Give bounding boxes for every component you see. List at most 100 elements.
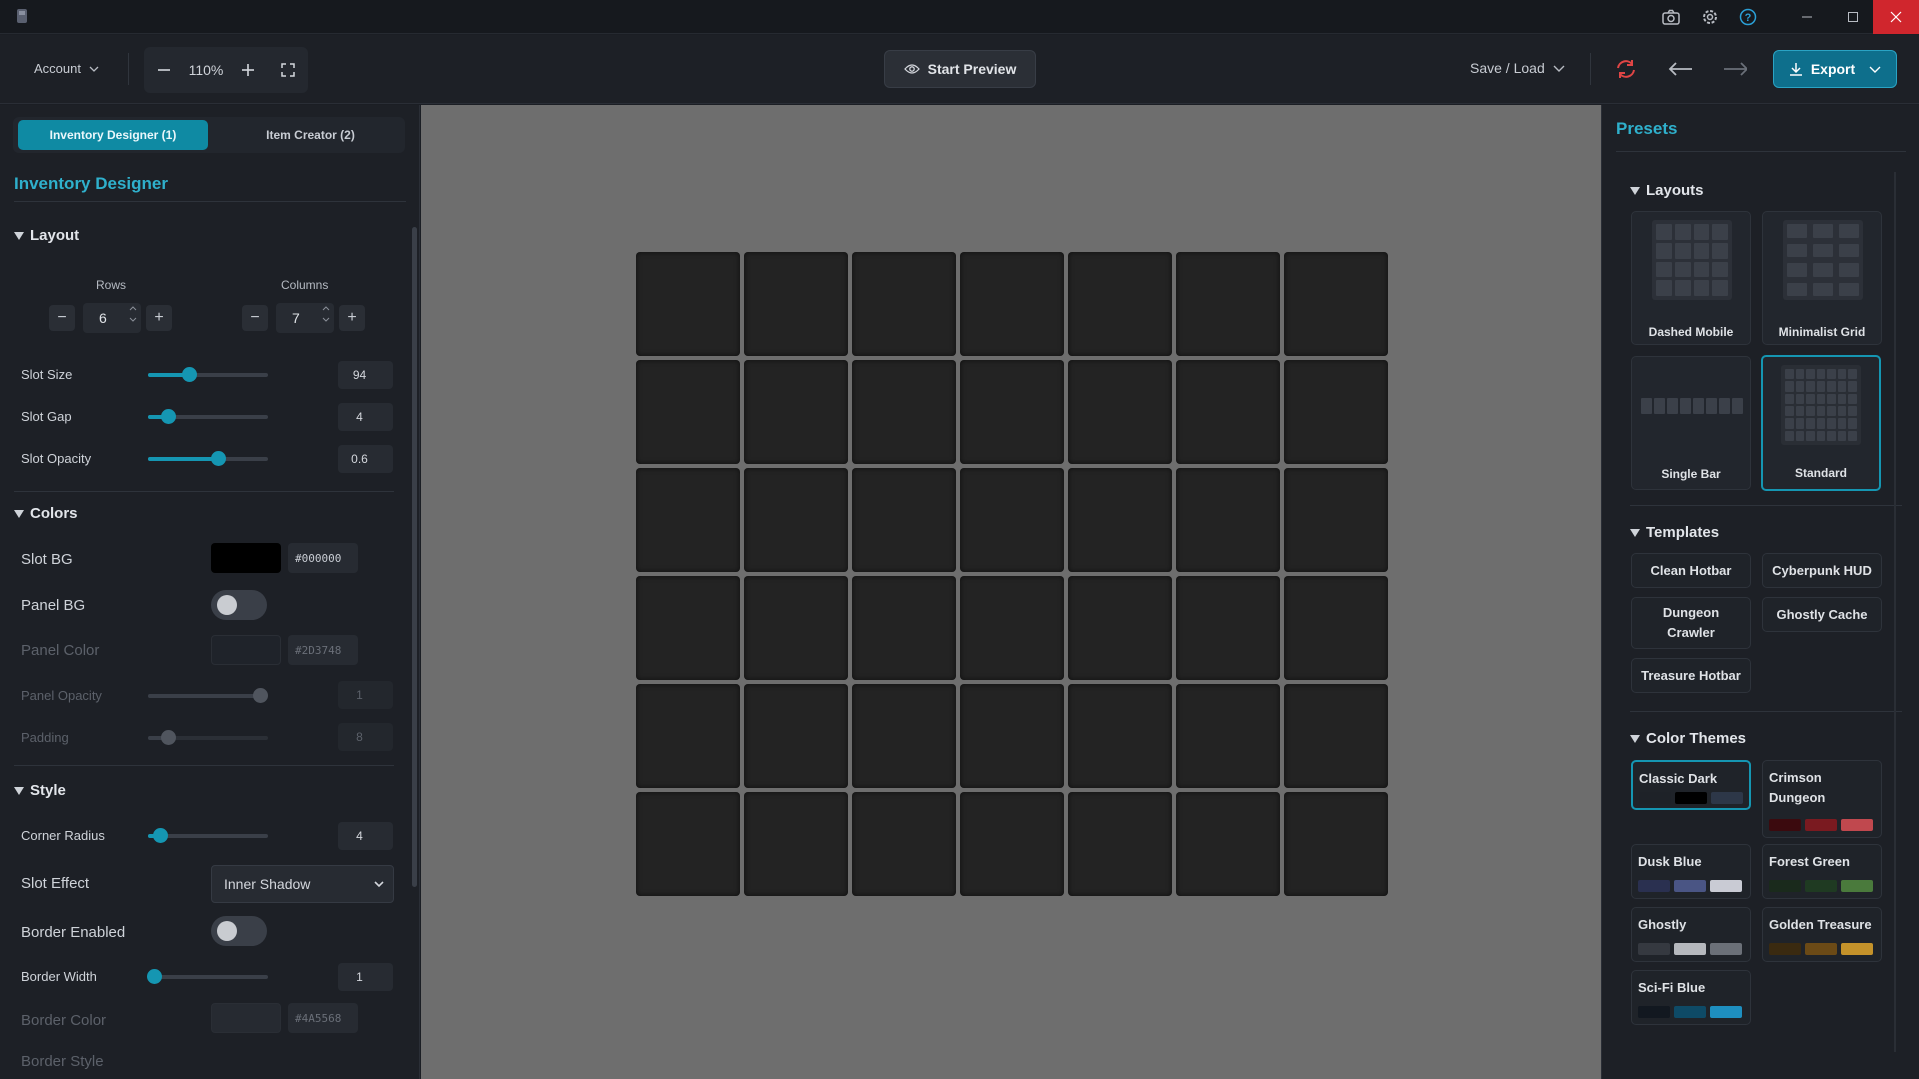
gear-icon[interactable] bbox=[1698, 5, 1722, 29]
template-cyberpunk-hud[interactable]: Cyberpunk HUD bbox=[1762, 553, 1882, 588]
inventory-slot[interactable] bbox=[1284, 360, 1388, 464]
inventory-slot[interactable] bbox=[744, 468, 848, 572]
inventory-slot[interactable] bbox=[1176, 360, 1280, 464]
inventory-slot[interactable] bbox=[636, 576, 740, 680]
rows-input[interactable]: 6 bbox=[83, 303, 141, 333]
slider-handle[interactable] bbox=[182, 367, 197, 382]
layout-preset-standard[interactable]: Standard bbox=[1761, 355, 1881, 491]
start-preview-button[interactable]: Start Preview bbox=[884, 50, 1036, 88]
inventory-slot[interactable] bbox=[1068, 468, 1172, 572]
color-themes-section-header[interactable]: Color Themes bbox=[1630, 730, 1746, 747]
corner-radius-slider[interactable] bbox=[148, 828, 268, 843]
panel-opacity-slider[interactable] bbox=[148, 688, 268, 703]
inventory-slot[interactable] bbox=[1068, 360, 1172, 464]
layout-preset-single-bar[interactable]: Single Bar bbox=[1631, 356, 1751, 490]
minimize-icon[interactable] bbox=[1784, 0, 1830, 34]
slider-handle[interactable] bbox=[161, 409, 176, 424]
slot-gap-input[interactable]: 4 bbox=[338, 403, 393, 431]
padding-input[interactable]: 8 bbox=[338, 723, 393, 751]
camera-icon[interactable] bbox=[1659, 5, 1683, 29]
inventory-slot[interactable] bbox=[1284, 576, 1388, 680]
tab-item-creator[interactable]: Item Creator (2) bbox=[223, 120, 398, 150]
border-color-hex-input[interactable]: #4A5568 bbox=[288, 1003, 358, 1033]
slot-effect-select[interactable]: Inner Shadow bbox=[211, 865, 394, 903]
sidebar-scrollbar[interactable] bbox=[412, 227, 417, 887]
layout-preset-dashed-mobile[interactable]: Dashed Mobile bbox=[1631, 211, 1751, 345]
layouts-section-header[interactable]: Layouts bbox=[1630, 182, 1704, 199]
border-enabled-toggle[interactable] bbox=[211, 916, 267, 946]
inventory-slot[interactable] bbox=[1284, 684, 1388, 788]
slot-size-slider[interactable] bbox=[148, 367, 268, 382]
inventory-slot[interactable] bbox=[744, 360, 848, 464]
columns-decrement-button[interactable]: − bbox=[242, 305, 268, 331]
inventory-slot[interactable] bbox=[960, 360, 1064, 464]
inventory-slot[interactable] bbox=[960, 684, 1064, 788]
help-icon[interactable]: ? bbox=[1736, 5, 1760, 29]
inventory-slot[interactable] bbox=[960, 576, 1064, 680]
inventory-slot[interactable] bbox=[1176, 576, 1280, 680]
template-treasure-hotbar[interactable]: Treasure Hotbar bbox=[1631, 658, 1751, 693]
color-theme-golden-treasure[interactable]: Golden Treasure bbox=[1762, 907, 1882, 962]
inventory-slot[interactable] bbox=[960, 468, 1064, 572]
zoom-out-button[interactable] bbox=[144, 47, 184, 93]
inventory-slot[interactable] bbox=[852, 684, 956, 788]
columns-input[interactable]: 7 bbox=[276, 303, 334, 333]
inventory-slot[interactable] bbox=[636, 468, 740, 572]
inventory-slot[interactable] bbox=[1176, 792, 1280, 896]
slot-opacity-input[interactable]: 0.6 bbox=[338, 445, 393, 473]
border-color-swatch[interactable] bbox=[211, 1003, 281, 1033]
panel-color-hex-input[interactable]: #2D3748 bbox=[288, 635, 358, 665]
layout-preset-minimalist-grid[interactable]: Minimalist Grid bbox=[1762, 211, 1882, 345]
inventory-slot[interactable] bbox=[1176, 468, 1280, 572]
padding-slider[interactable] bbox=[148, 730, 268, 745]
reset-button[interactable] bbox=[1614, 57, 1638, 81]
rows-spinner[interactable] bbox=[129, 306, 137, 322]
zoom-in-button[interactable] bbox=[228, 47, 268, 93]
columns-increment-button[interactable]: + bbox=[339, 305, 365, 331]
template-clean-hotbar[interactable]: Clean Hotbar bbox=[1631, 553, 1751, 588]
panel-opacity-input[interactable]: 1 bbox=[338, 681, 393, 709]
color-theme-crimson-dungeon[interactable]: Crimson Dungeon bbox=[1762, 760, 1882, 838]
inventory-slot[interactable] bbox=[852, 252, 956, 356]
slider-handle[interactable] bbox=[253, 688, 268, 703]
fit-screen-button[interactable] bbox=[268, 47, 308, 93]
inventory-slot[interactable] bbox=[960, 792, 1064, 896]
slider-handle[interactable] bbox=[161, 730, 176, 745]
slot-gap-slider[interactable] bbox=[148, 409, 268, 424]
panel-bg-toggle[interactable] bbox=[211, 590, 267, 620]
inventory-slot[interactable] bbox=[1284, 252, 1388, 356]
slot-bg-hex-input[interactable]: #000000 bbox=[288, 543, 358, 573]
templates-section-header[interactable]: Templates bbox=[1630, 524, 1719, 541]
presets-scrollbar[interactable] bbox=[1894, 172, 1896, 1052]
border-width-slider[interactable] bbox=[147, 969, 268, 984]
slider-handle[interactable] bbox=[147, 969, 162, 984]
color-theme-sci-fi-blue[interactable]: Sci-Fi Blue bbox=[1631, 970, 1751, 1025]
inventory-slot[interactable] bbox=[636, 360, 740, 464]
inventory-slot[interactable] bbox=[1068, 792, 1172, 896]
style-section-header[interactable]: Style bbox=[14, 782, 66, 799]
inventory-slot[interactable] bbox=[1176, 252, 1280, 356]
inventory-slot[interactable] bbox=[1284, 468, 1388, 572]
inventory-slot[interactable] bbox=[852, 792, 956, 896]
columns-spinner[interactable] bbox=[322, 306, 330, 322]
close-icon[interactable] bbox=[1873, 0, 1919, 34]
undo-button[interactable] bbox=[1668, 57, 1692, 81]
inventory-slot[interactable] bbox=[852, 576, 956, 680]
border-width-input[interactable]: 1 bbox=[338, 963, 393, 991]
tab-inventory-designer[interactable]: Inventory Designer (1) bbox=[18, 120, 208, 150]
slot-bg-color-swatch[interactable] bbox=[211, 543, 281, 573]
color-theme-classic-dark[interactable]: Classic Dark bbox=[1631, 760, 1751, 810]
template-dungeon-crawler[interactable]: Dungeon Crawler bbox=[1631, 597, 1751, 649]
inventory-slot[interactable] bbox=[636, 792, 740, 896]
inventory-slot[interactable] bbox=[852, 468, 956, 572]
inventory-slot[interactable] bbox=[636, 684, 740, 788]
inventory-slot[interactable] bbox=[852, 360, 956, 464]
export-button[interactable]: Export bbox=[1773, 50, 1897, 88]
panel-color-swatch[interactable] bbox=[211, 635, 281, 665]
redo-button[interactable] bbox=[1723, 57, 1747, 81]
color-theme-forest-green[interactable]: Forest Green bbox=[1762, 844, 1882, 899]
inventory-slot[interactable] bbox=[1068, 252, 1172, 356]
inventory-slot[interactable] bbox=[1068, 684, 1172, 788]
inventory-slot[interactable] bbox=[744, 252, 848, 356]
inventory-slot[interactable] bbox=[744, 576, 848, 680]
